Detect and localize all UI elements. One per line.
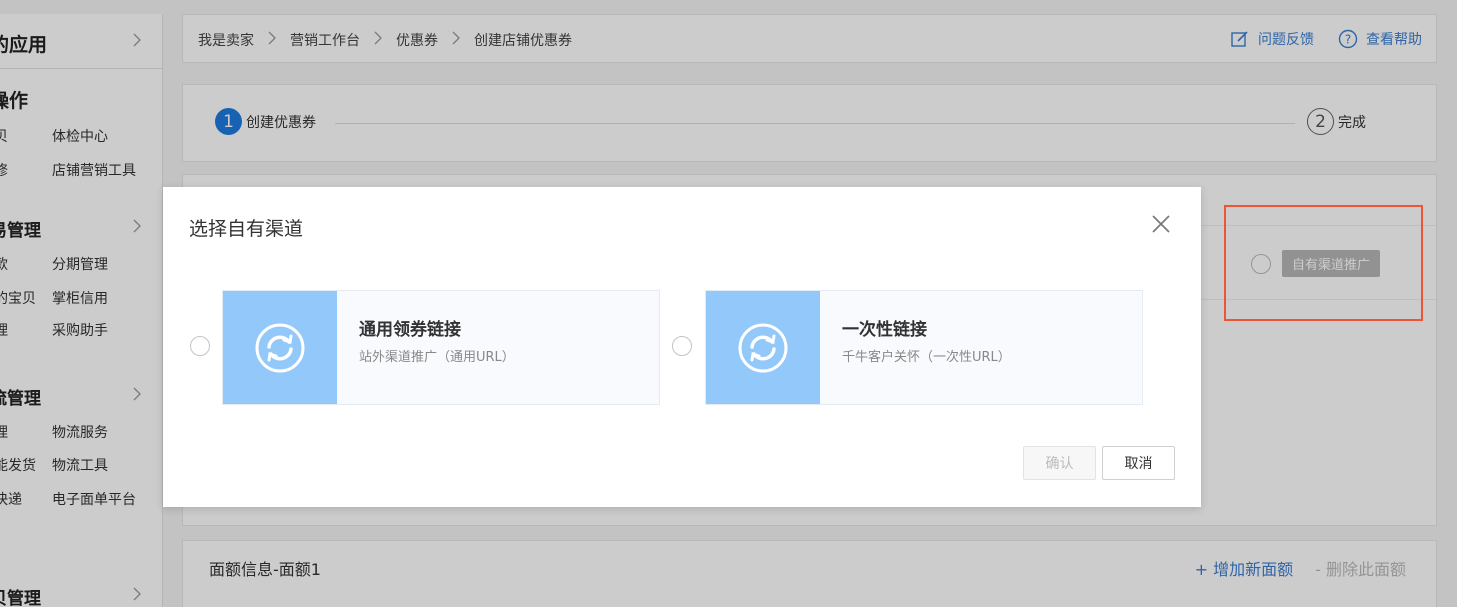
cancel-button[interactable]: 取消 (1102, 446, 1175, 480)
option-title: 一次性链接 (842, 320, 927, 340)
option-description: 站外渠道推广（通用URL） (359, 350, 515, 365)
channel-select-modal: 选择自有渠道 通用领券链接 站外渠道推广（通用URL） 一次性链接 千牛客户关怀… (163, 187, 1201, 507)
refresh-icon (223, 291, 337, 404)
option-radio-general-link[interactable] (190, 336, 210, 356)
modal-title: 选择自有渠道 (189, 218, 304, 240)
option-title: 通用领券链接 (359, 320, 461, 340)
refresh-icon (706, 291, 820, 404)
close-icon[interactable] (1149, 212, 1173, 236)
annotation-highlight-box (1224, 205, 1423, 321)
option-description: 千牛客户关怀（一次性URL） (842, 350, 1011, 365)
option-card-one-time-link[interactable]: 一次性链接 千牛客户关怀（一次性URL） (705, 290, 1143, 405)
option-card-general-link[interactable]: 通用领券链接 站外渠道推广（通用URL） (222, 290, 660, 405)
confirm-button[interactable]: 确认 (1023, 446, 1096, 480)
option-radio-one-time-link[interactable] (672, 336, 692, 356)
